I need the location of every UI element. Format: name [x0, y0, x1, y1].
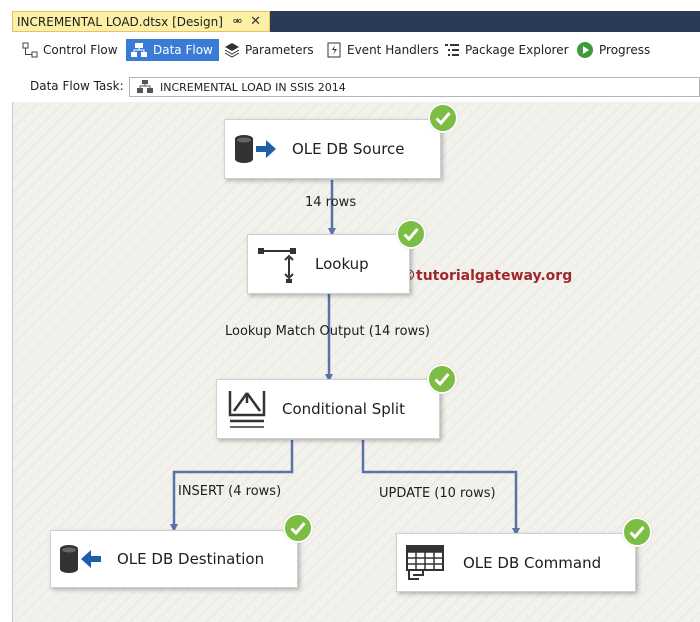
tab-progress-label: Progress	[599, 43, 651, 57]
data-flow-task-label: Data Flow Task:	[30, 79, 124, 93]
document-tab-title: INCREMENTAL LOAD.dtsx [Design]	[17, 14, 223, 29]
node-lookup-label: Lookup	[315, 255, 369, 273]
data-flow-task-value: INCREMENTAL LOAD IN SSIS 2014	[160, 80, 346, 94]
design-canvas[interactable]: 14 rows Lookup Match Output (14 rows) IN…	[12, 102, 700, 622]
path-label-insert: INSERT (4 rows)	[178, 484, 282, 499]
node-ole-db-command-label: OLE DB Command	[463, 553, 602, 572]
node-ole-db-destination-label: OLE DB Destination	[117, 550, 265, 568]
success-check-icon	[427, 364, 457, 394]
database-destination-icon	[60, 545, 101, 573]
node-ole-db-destination[interactable]: OLE DB Destination	[50, 530, 298, 588]
success-check-icon	[283, 513, 313, 543]
data-flow-icon	[131, 43, 147, 57]
tab-package-explorer-label: Package Explorer	[465, 43, 569, 57]
command-icon	[406, 544, 444, 580]
tab-control-flow[interactable]: Control Flow	[22, 39, 118, 61]
path-label-source-lookup: 14 rows	[305, 195, 357, 210]
data-flow-task-row: Data Flow Task: INCREMENTAL LOAD IN SSIS…	[12, 70, 700, 102]
tab-data-flow[interactable]: Data Flow	[126, 39, 219, 61]
node-ole-db-source[interactable]: OLE DB Source	[224, 119, 441, 179]
tab-data-flow-label: Data Flow	[153, 43, 213, 57]
watermark: ©tutorialgateway.org	[402, 268, 573, 284]
progress-icon	[577, 42, 593, 58]
node-conditional-split-label: Conditional Split	[282, 400, 405, 418]
node-ole-db-source-label: OLE DB Source	[292, 140, 405, 158]
conditional-split-icon	[228, 391, 266, 428]
parameters-icon	[224, 43, 240, 58]
path-label-update: UPDATE (10 rows)	[379, 486, 496, 501]
close-icon[interactable]: ✕	[250, 14, 261, 29]
success-check-icon	[396, 219, 426, 249]
data-flow-task-icon	[137, 80, 153, 93]
database-source-icon	[235, 135, 276, 163]
tab-event-handlers[interactable]: Event Handlers	[326, 39, 439, 61]
success-check-icon	[622, 517, 652, 547]
lookup-icon	[258, 248, 296, 283]
event-handlers-icon	[327, 42, 341, 58]
node-ole-db-command[interactable]: OLE DB Command	[396, 533, 636, 592]
node-lookup[interactable]: Lookup	[247, 234, 410, 294]
document-tab[interactable]: INCREMENTAL LOAD.dtsx [Design] ⚮ ✕	[12, 11, 270, 32]
package-explorer-icon	[445, 44, 459, 56]
node-conditional-split[interactable]: Conditional Split	[216, 379, 440, 439]
tab-package-explorer[interactable]: Package Explorer	[444, 39, 569, 61]
tab-progress[interactable]: Progress	[576, 39, 650, 61]
path-label-lookup-split: Lookup Match Output (14 rows)	[225, 324, 430, 339]
designer-toolbar: Control Flow Data Flow Parameters Event …	[12, 32, 700, 71]
control-flow-icon	[22, 42, 38, 58]
tab-parameters-label: Parameters	[245, 43, 314, 57]
document-tab-bar: INCREMENTAL LOAD.dtsx [Design] ⚮ ✕	[12, 11, 700, 32]
data-flow-task-select[interactable]: INCREMENTAL LOAD IN SSIS 2014	[129, 77, 700, 97]
pin-icon[interactable]: ⚮	[233, 15, 242, 28]
tab-parameters[interactable]: Parameters	[224, 39, 314, 61]
tab-control-flow-label: Control Flow	[43, 43, 118, 57]
tab-event-handlers-label: Event Handlers	[347, 43, 439, 57]
success-check-icon	[428, 103, 458, 133]
